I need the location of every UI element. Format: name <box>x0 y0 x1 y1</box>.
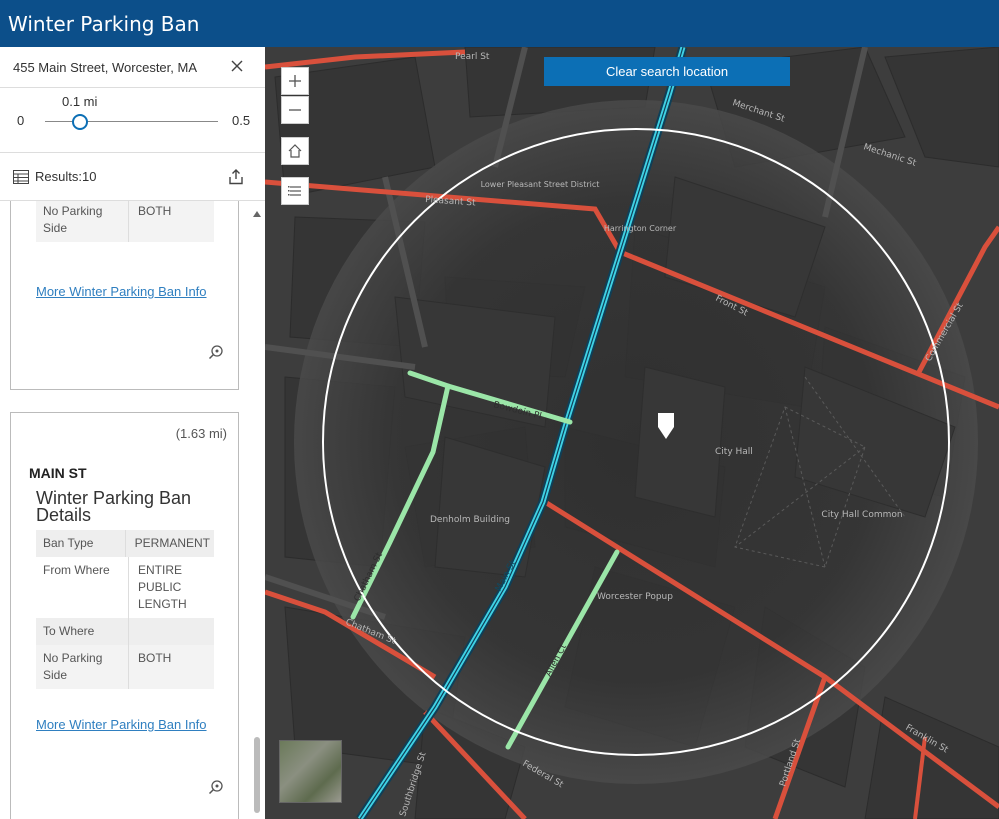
plus-icon <box>289 75 301 87</box>
basemap-toggle-thumbnail[interactable] <box>279 740 342 803</box>
slider-max-label: 0.5 <box>232 113 251 128</box>
home-button[interactable] <box>281 137 309 165</box>
map-label-denholm: Denholm Building <box>430 515 510 525</box>
attribute-key: To Where <box>36 618 129 645</box>
list-icon <box>288 186 301 196</box>
export-icon[interactable] <box>228 169 244 185</box>
attribute-value: PERMANENT <box>134 536 210 550</box>
table-icon <box>13 170 29 184</box>
results-bar: Results:10 <box>0 153 265 201</box>
slider-thumb[interactable] <box>71 114 88 130</box>
attribute-table: To Where No Parking Side BOTH <box>36 201 214 242</box>
more-info-link[interactable]: More Winter Parking Ban Info <box>36 284 207 299</box>
scroll-up-arrow-icon[interactable] <box>253 211 261 217</box>
attribute-value <box>129 618 214 645</box>
attribute-value: BOTH <box>138 651 172 665</box>
slider-track[interactable] <box>45 121 218 122</box>
search-input[interactable]: 455 Main Street, Worcester, MA <box>13 60 197 75</box>
map-view[interactable]: Pearl St Merchant St Mechanic St Pleasan… <box>265 47 999 819</box>
attribute-row: Ban Type PERMANENT <box>36 530 214 557</box>
attribute-row: No Parking Side BOTH <box>36 645 214 689</box>
map-label-lower-pleasant: Lower Pleasant Street District <box>481 180 600 189</box>
attribute-key: No Parking Side <box>36 201 129 242</box>
home-icon <box>288 144 302 158</box>
attribute-key: No Parking Side <box>36 645 129 689</box>
scroll-thumb[interactable] <box>254 737 260 813</box>
map-label-city-hall-common: City Hall Common <box>821 510 902 520</box>
minus-icon <box>289 109 301 111</box>
attribute-row: To Where <box>36 618 214 645</box>
result-card[interactable]: (1.63 mi) MAIN ST Winter Parking Ban Det… <box>10 412 239 819</box>
search-bar[interactable]: 455 Main Street, Worcester, MA <box>0 47 265 88</box>
map-canvas[interactable]: Pearl St Merchant St Mechanic St Pleasan… <box>265 47 999 819</box>
map-label-city-hall: City Hall <box>715 447 753 457</box>
attribute-row: From Where ENTIRE PUBLIC LENGTH <box>36 557 214 618</box>
attribute-key: From Where <box>36 557 129 618</box>
zoom-to-icon[interactable] <box>208 344 224 360</box>
street-name: MAIN ST <box>29 465 87 481</box>
zoom-out-button[interactable] <box>281 96 309 124</box>
map-label-pearl: Pearl St <box>455 52 490 62</box>
map-label-worcester-popup: Worcester Popup <box>597 592 673 602</box>
attribute-value: ENTIRE PUBLIC LENGTH <box>138 563 187 611</box>
attribute-row: No Parking Side BOTH <box>36 201 214 242</box>
close-icon[interactable] <box>228 57 246 75</box>
app-title: Winter Parking Ban <box>8 12 200 36</box>
buffer-slider: 0.1 mi 0 0.5 <box>0 88 265 153</box>
attribute-key: Ban Type <box>36 530 126 557</box>
clear-search-location-button[interactable]: Clear search location <box>544 57 790 86</box>
layer-list-button[interactable] <box>281 177 309 205</box>
results-list[interactable]: To Where No Parking Side BOTH More Winte… <box>0 201 265 819</box>
zoom-to-icon[interactable] <box>208 779 224 795</box>
app-header: Winter Parking Ban <box>0 0 999 47</box>
slider-value-label: 0.1 mi <box>62 94 98 109</box>
map-label-harrington: Harrington Corner <box>604 224 677 233</box>
zoom-in-button[interactable] <box>281 67 309 95</box>
attribute-value: BOTH <box>138 204 172 218</box>
result-card[interactable]: To Where No Parking Side BOTH More Winte… <box>10 201 239 390</box>
attribute-table: Ban Type PERMANENT From Where ENTIRE PUB… <box>36 530 214 689</box>
results-count: Results:10 <box>35 169 97 184</box>
side-panel: 455 Main Street, Worcester, MA 0.1 mi 0 … <box>0 47 265 819</box>
distance-label: (1.63 mi) <box>175 426 227 441</box>
panel-scrollbar[interactable] <box>249 201 265 819</box>
details-heading: Winter Parking Ban Details <box>36 488 192 525</box>
more-info-link[interactable]: More Winter Parking Ban Info <box>36 717 207 732</box>
slider-min-label: 0 <box>17 113 25 128</box>
